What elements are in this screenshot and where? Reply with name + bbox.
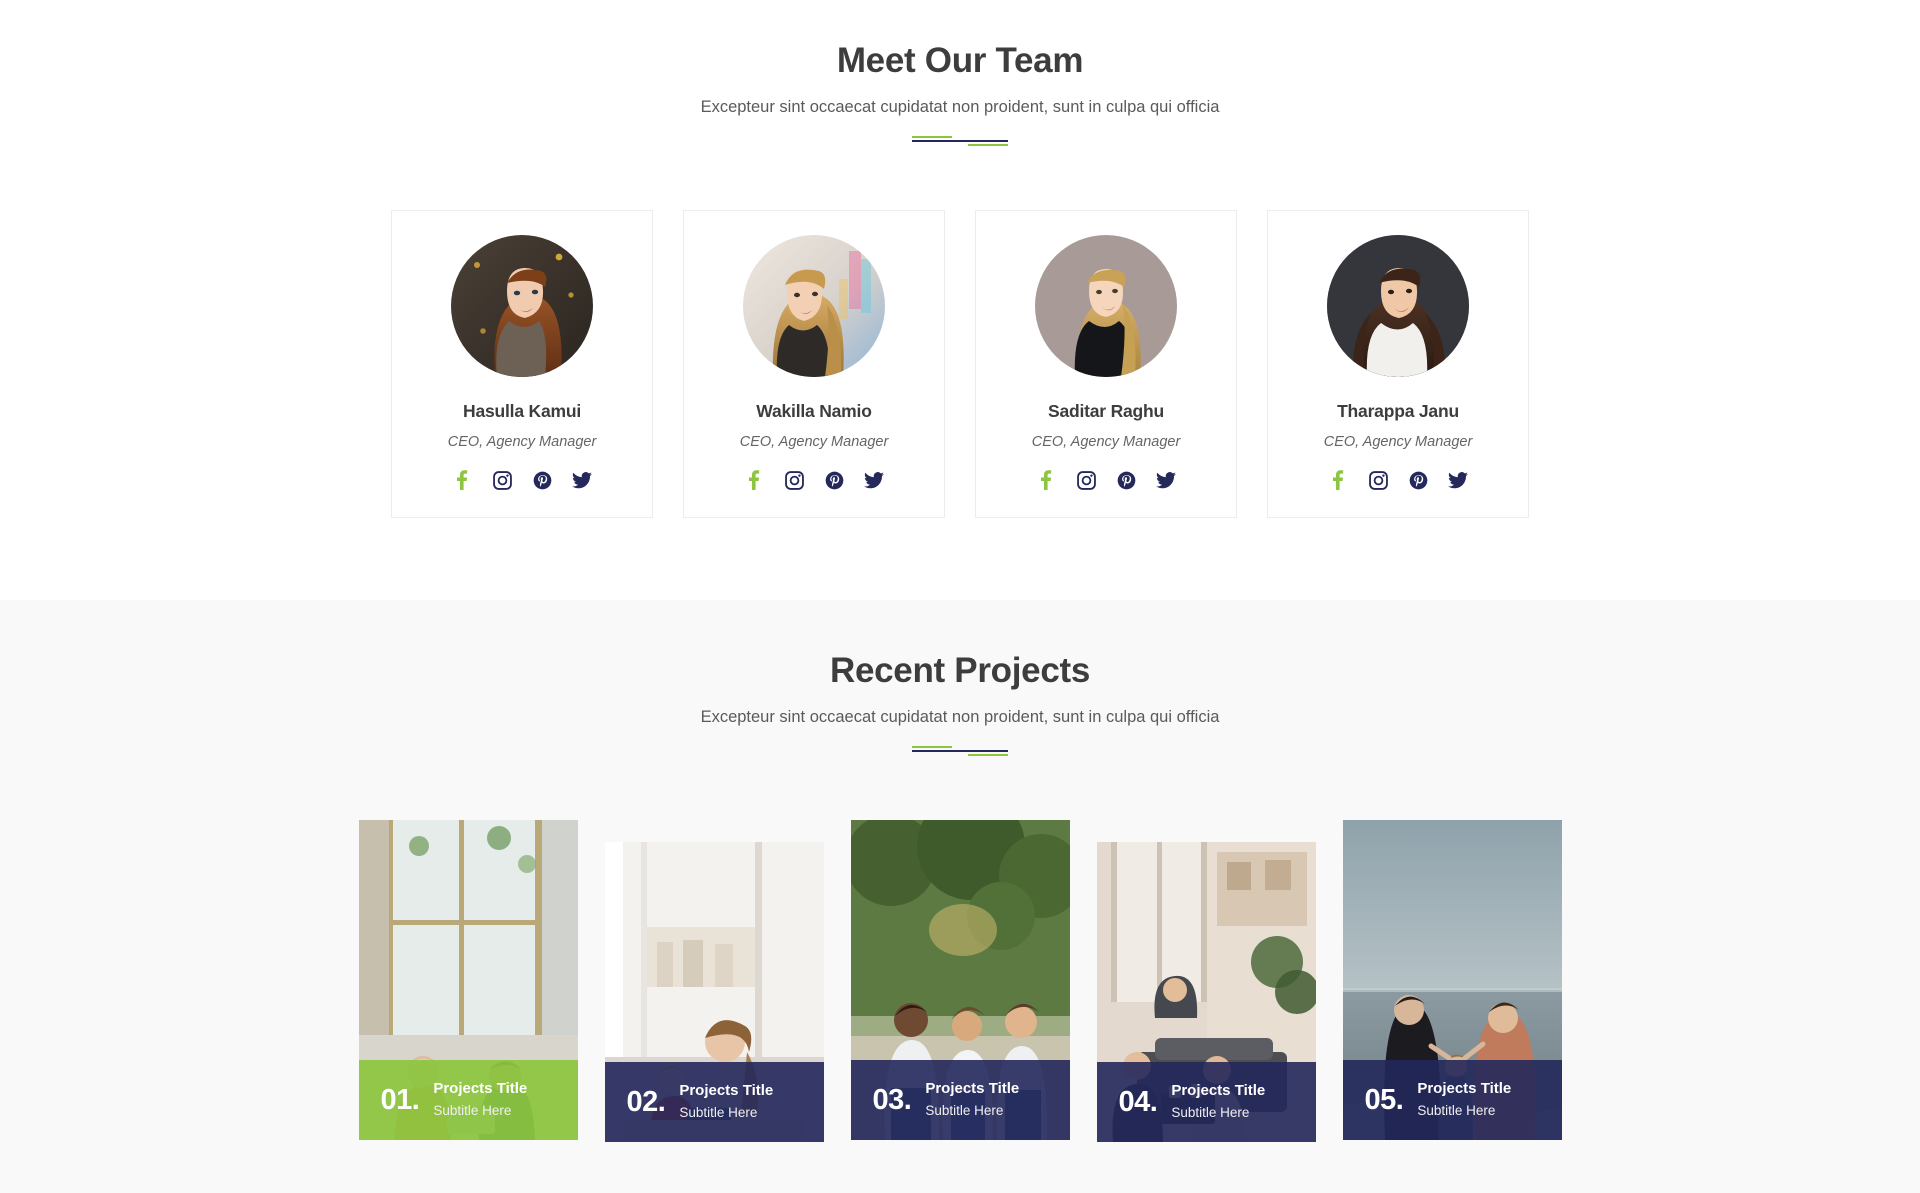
instagram-icon[interactable] <box>1368 470 1388 490</box>
project-subtitle: Subtitle Here <box>1417 1102 1496 1118</box>
team-card[interactable]: Saditar Raghu CEO, Agency Manager <box>975 210 1237 518</box>
project-title: Projects Title <box>1171 1082 1266 1100</box>
project-subtitle: Subtitle Here <box>433 1102 512 1118</box>
instagram-icon[interactable] <box>1076 470 1096 490</box>
member-role: CEO, Agency Manager <box>447 434 597 450</box>
team-card[interactable]: Tharappa Janu CEO, Agency Manager <box>1267 210 1529 518</box>
project-subtitle: Subtitle Here <box>925 1102 1004 1118</box>
project-text-group: Projects Title Subtitle Here <box>925 1081 1019 1118</box>
pinterest-icon[interactable] <box>824 470 844 490</box>
divider-navy-bar <box>912 140 1008 142</box>
divider-green-bottom <box>968 144 1008 146</box>
project-text-group: Projects Title Subtitle Here <box>679 1083 773 1120</box>
project-label: 01. Projects Title Subtitle Here <box>358 1060 578 1140</box>
project-label: 03. Projects Title Subtitle Here <box>850 1060 1070 1140</box>
social-links <box>1328 470 1468 490</box>
project-title: Projects Title <box>679 1082 774 1100</box>
team-card-list: Hasulla Kamui CEO, Agency Manager Wakill… <box>0 210 1920 518</box>
team-card[interactable]: Wakilla Namio CEO, Agency Manager <box>683 210 945 518</box>
team-section-title: Meet Our Team <box>836 41 1084 80</box>
project-text-group: Projects Title Subtitle Here <box>433 1081 527 1118</box>
member-role: CEO, Agency Manager <box>1323 434 1473 450</box>
twitter-icon[interactable] <box>1448 470 1468 490</box>
divider-navy-bar <box>912 750 1008 752</box>
divider-green-bottom <box>968 754 1008 756</box>
project-card[interactable]: 05. Projects Title Subtitle Here <box>1342 820 1562 1140</box>
page-root: Meet Our Team Excepteur sint occaecat cu… <box>0 0 1920 1193</box>
projects-section-subtitle: Excepteur sint occaecat cupidatat non pr… <box>700 708 1220 726</box>
avatar <box>1327 235 1469 377</box>
project-number: 04. <box>1118 1085 1158 1118</box>
team-section-divider <box>912 134 1008 148</box>
pinterest-icon[interactable] <box>1116 470 1136 490</box>
member-name: Wakilla Namio <box>756 401 872 421</box>
projects-section-divider <box>912 744 1008 758</box>
twitter-icon[interactable] <box>864 470 884 490</box>
instagram-icon[interactable] <box>784 470 804 490</box>
project-subtitle: Subtitle Here <box>1171 1104 1250 1120</box>
facebook-icon[interactable] <box>452 470 472 490</box>
avatar <box>743 235 885 377</box>
social-links <box>452 470 592 490</box>
project-card-list: 01. Projects Title Subtitle Here 02. Pro… <box>0 820 1920 1142</box>
social-links <box>1036 470 1176 490</box>
avatar <box>1035 235 1177 377</box>
member-role: CEO, Agency Manager <box>1031 434 1181 450</box>
project-title: Projects Title <box>925 1080 1020 1098</box>
project-number: 03. <box>872 1083 912 1116</box>
project-subtitle: Subtitle Here <box>679 1104 758 1120</box>
pinterest-icon[interactable] <box>532 470 552 490</box>
twitter-icon[interactable] <box>572 470 592 490</box>
team-section-subtitle: Excepteur sint occaecat cupidatat non pr… <box>700 98 1220 116</box>
project-number: 02. <box>626 1085 666 1118</box>
member-name: Hasulla Kamui <box>463 401 581 421</box>
project-number: 01. <box>380 1083 420 1116</box>
social-links <box>744 470 884 490</box>
facebook-icon[interactable] <box>744 470 764 490</box>
instagram-icon[interactable] <box>492 470 512 490</box>
project-card[interactable]: 03. Projects Title Subtitle Here <box>850 820 1070 1140</box>
projects-section: Recent Projects Excepteur sint occaecat … <box>0 600 1920 1193</box>
divider-green-top <box>912 136 952 138</box>
project-card[interactable]: 04. Projects Title Subtitle Here <box>1096 842 1316 1142</box>
member-name: Saditar Raghu <box>1047 401 1165 421</box>
member-role: CEO, Agency Manager <box>739 434 889 450</box>
project-label: 02. Projects Title Subtitle Here <box>604 1062 824 1142</box>
project-card[interactable]: 02. Projects Title Subtitle Here <box>604 842 824 1142</box>
project-number: 05. <box>1364 1083 1404 1116</box>
facebook-icon[interactable] <box>1036 470 1056 490</box>
project-label: 05. Projects Title Subtitle Here <box>1342 1060 1562 1140</box>
project-title: Projects Title <box>1417 1080 1512 1098</box>
project-text-group: Projects Title Subtitle Here <box>1417 1081 1511 1118</box>
member-name: Tharappa Janu <box>1337 401 1459 421</box>
project-label: 04. Projects Title Subtitle Here <box>1096 1062 1316 1142</box>
projects-section-title: Recent Projects <box>829 651 1091 690</box>
team-card[interactable]: Hasulla Kamui CEO, Agency Manager <box>391 210 653 518</box>
divider-green-top <box>912 746 952 748</box>
project-title: Projects Title <box>433 1080 528 1098</box>
avatar <box>451 235 593 377</box>
team-section: Meet Our Team Excepteur sint occaecat cu… <box>0 0 1920 600</box>
pinterest-icon[interactable] <box>1408 470 1428 490</box>
facebook-icon[interactable] <box>1328 470 1348 490</box>
project-card[interactable]: 01. Projects Title Subtitle Here <box>358 820 578 1140</box>
project-text-group: Projects Title Subtitle Here <box>1171 1083 1265 1120</box>
twitter-icon[interactable] <box>1156 470 1176 490</box>
